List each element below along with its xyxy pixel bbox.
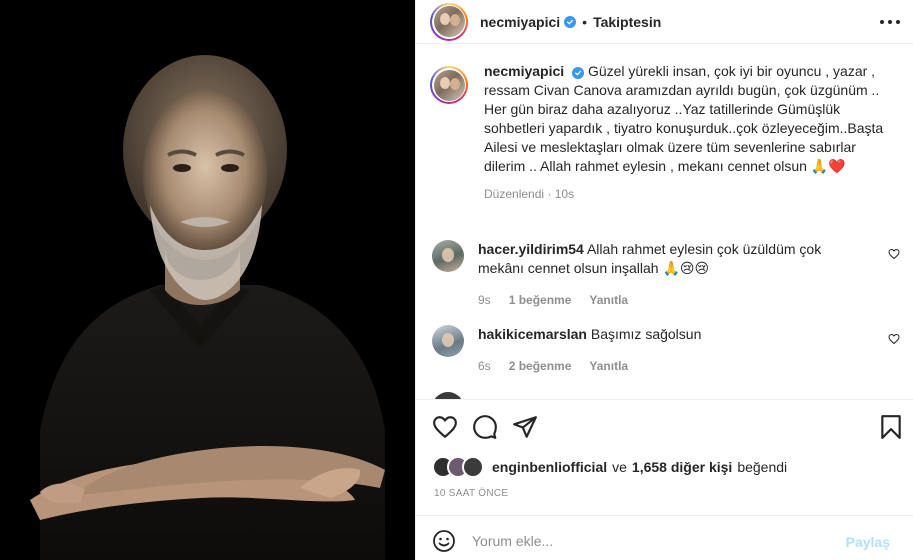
comment-heart-icon[interactable]: [888, 333, 900, 345]
share-button[interactable]: Paylaş: [846, 534, 890, 550]
comment-time[interactable]: 6s: [478, 357, 491, 376]
likes-suffix: beğendi: [737, 459, 788, 475]
caption-author-avatar[interactable]: [430, 66, 468, 104]
header-separator: •: [582, 13, 588, 30]
author-avatar-image: [433, 6, 465, 37]
likes-connector: ve: [612, 459, 627, 475]
comment-heart-icon[interactable]: [888, 248, 900, 260]
author-username[interactable]: necmiyapici: [480, 14, 560, 30]
post-actions: enginbenliofficial ve 1,658 diğer kişi b…: [416, 399, 913, 499]
paper-plane-icon[interactable]: [512, 414, 538, 440]
comment-likes-link[interactable]: 2 beğenme: [509, 357, 572, 376]
follow-status-button[interactable]: Takiptesin: [593, 14, 661, 30]
liker-avatar: [462, 456, 484, 478]
first-liker-username[interactable]: enginbenliofficial: [492, 459, 607, 475]
commenter-avatar-partial[interactable]: [432, 392, 464, 399]
comments-list[interactable]: necmiyapici Güzel yürekli insan, çok iyi…: [416, 44, 913, 399]
comment-likes-link[interactable]: 1 beğenme: [509, 291, 572, 310]
comment-item: hacer.yildirim54 Allah rahmet eylesin ço…: [432, 240, 910, 310]
caption-avatar-image: [433, 69, 465, 101]
liker-avatars[interactable]: [432, 456, 486, 478]
portrait-image: [0, 0, 415, 560]
post-caption: necmiyapici Güzel yürekli insan, çok iyi…: [430, 62, 900, 204]
comment-text: Başımız sağolsun: [590, 326, 702, 342]
heart-icon[interactable]: [432, 414, 458, 440]
post-header: necmiyapici • Takiptesin: [416, 0, 913, 44]
comment-reply-button[interactable]: Yanıtla: [589, 291, 628, 310]
liked-by-summary: enginbenliofficial ve 1,658 diğer kişi b…: [432, 456, 792, 478]
post-timestamp[interactable]: 10 SAAT ÖNCE: [434, 488, 508, 499]
more-options-icon[interactable]: [880, 14, 900, 30]
comment-reply-button[interactable]: Yanıtla: [589, 357, 628, 376]
edited-label: Düzenlendi: [484, 187, 545, 201]
caption-username[interactable]: necmiyapici: [484, 63, 564, 79]
post-side-panel: necmiyapici • Takiptesin necmiyapici Güz…: [415, 0, 913, 560]
comment-bubble-icon[interactable]: [472, 414, 498, 440]
verified-badge-icon: [572, 67, 585, 79]
author-avatar[interactable]: [430, 2, 468, 41]
other-likers-link[interactable]: 1,658 diğer kişi: [632, 459, 732, 475]
comment-time[interactable]: 9s: [478, 291, 491, 310]
comment-username[interactable]: hakikicemarslan: [478, 326, 587, 342]
add-comment-bar: Paylaş: [416, 515, 913, 560]
commenter-avatar[interactable]: [432, 240, 464, 272]
verified-badge-icon: [564, 15, 577, 28]
comment-item: hakikicemarslan Başımız sağolsun 6s 2 be…: [432, 325, 910, 376]
caption-time[interactable]: 10s: [555, 187, 574, 201]
caption-meta: Düzenlendi · 10s: [484, 185, 889, 204]
commenter-avatar[interactable]: [432, 325, 464, 357]
post-photo[interactable]: [0, 0, 415, 560]
caption-text: Güzel yürekli insan, çok iyi bir oyuncu …: [484, 63, 884, 174]
smiley-icon[interactable]: [432, 529, 456, 553]
comment-input[interactable]: [472, 528, 822, 554]
comment-username[interactable]: hacer.yildirim54: [478, 241, 584, 257]
bookmark-icon[interactable]: [878, 414, 904, 440]
caption-meta-separator: ·: [547, 187, 552, 201]
